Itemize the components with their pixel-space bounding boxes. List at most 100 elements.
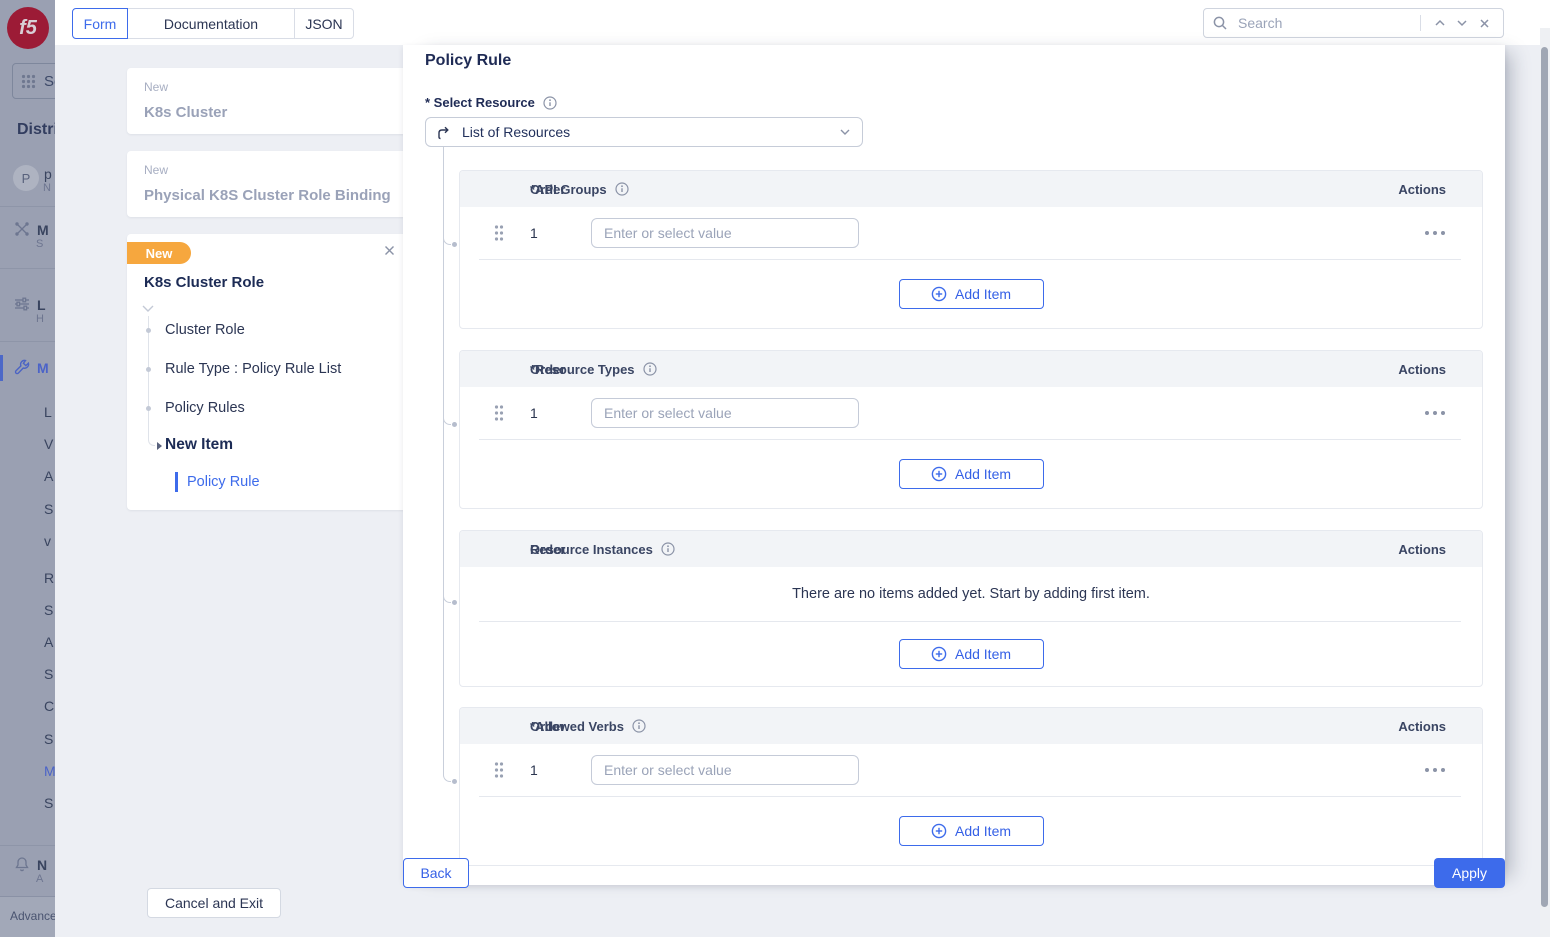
card-title: K8s Cluster bbox=[144, 104, 227, 121]
close-card-button[interactable] bbox=[383, 244, 396, 262]
order-column-header: Order bbox=[460, 182, 530, 197]
select-service-button: Se bbox=[12, 63, 55, 99]
search-prev-button[interactable] bbox=[1429, 12, 1451, 34]
search-input[interactable] bbox=[1236, 14, 1412, 32]
info-icon[interactable] bbox=[632, 719, 646, 733]
project-name-fragment: p bbox=[44, 166, 52, 182]
resource-types-column-header: *Resource Types bbox=[530, 362, 635, 377]
add-item-button[interactable]: Add Item bbox=[899, 816, 1044, 846]
add-item-button[interactable]: Add Item bbox=[899, 459, 1044, 489]
drag-handle-icon[interactable] bbox=[493, 404, 505, 422]
tune-icon bbox=[14, 296, 30, 312]
card-physical-k8s-cluster-role-binding[interactable]: New Physical K8S Cluster Role Binding bbox=[127, 151, 412, 217]
connector-dot bbox=[452, 422, 457, 427]
api-groups-value-input[interactable] bbox=[591, 218, 859, 248]
table-header: Order *Allowed Verbs Actions bbox=[460, 708, 1482, 744]
row-actions-menu-icon[interactable] bbox=[1424, 230, 1446, 236]
new-badge: New bbox=[127, 242, 191, 264]
select-service-label: Se bbox=[44, 73, 55, 90]
active-nav-fragment: M bbox=[37, 360, 49, 376]
form-drawer: Form Documentation JSON bbox=[55, 0, 1550, 937]
info-icon[interactable] bbox=[643, 362, 657, 376]
nav-group-sub-fragment: H bbox=[36, 313, 44, 325]
notifications-sub-fragment: A bbox=[36, 873, 43, 885]
add-item-row: Add Item bbox=[460, 622, 1482, 686]
select-resource-dropdown[interactable]: List of Resources bbox=[425, 117, 863, 147]
row-actions-menu-icon[interactable] bbox=[1424, 410, 1446, 416]
tree-item-new-item[interactable]: New Item bbox=[165, 436, 233, 454]
order-column-header: Order bbox=[460, 362, 530, 377]
tab-form[interactable]: Form bbox=[72, 8, 128, 39]
bell-icon bbox=[14, 856, 30, 872]
search-next-button[interactable] bbox=[1451, 12, 1473, 34]
row-order-value: 1 bbox=[530, 405, 538, 421]
app-title-fragment: Distri bbox=[17, 121, 55, 139]
sidebar-nav-item-fragment: V bbox=[44, 436, 53, 452]
table-header: Order *API Groups Actions bbox=[460, 171, 1482, 207]
allowed-verbs-value-input[interactable] bbox=[591, 755, 859, 785]
select-resource-label: * Select Resource bbox=[425, 95, 535, 110]
plus-circle-icon bbox=[931, 646, 947, 662]
add-item-button[interactable]: Add Item bbox=[899, 279, 1044, 309]
tree-connector bbox=[148, 316, 149, 436]
nav-group-sub-fragment: S bbox=[36, 238, 43, 250]
apply-button[interactable]: Apply bbox=[1434, 858, 1505, 888]
tab-documentation[interactable]: Documentation bbox=[127, 8, 295, 39]
add-item-label: Add Item bbox=[955, 823, 1011, 839]
plus-circle-icon bbox=[931, 823, 947, 839]
table-resource-instances: Order Resource Instances Actions There a… bbox=[459, 530, 1483, 687]
divider bbox=[0, 206, 55, 207]
add-item-button[interactable]: Add Item bbox=[899, 639, 1044, 669]
tree-collapse-chevron-icon[interactable] bbox=[141, 304, 155, 313]
cancel-and-exit-button[interactable]: Cancel and Exit bbox=[147, 888, 281, 918]
select-resource-value: List of Resources bbox=[462, 124, 828, 140]
drag-handle-icon[interactable] bbox=[493, 224, 505, 242]
connector-dot bbox=[452, 779, 457, 784]
tree-item-policy-rules[interactable]: Policy Rules bbox=[165, 400, 245, 416]
connector-elbow bbox=[443, 413, 451, 425]
tab-json[interactable]: JSON bbox=[294, 8, 354, 39]
search-close-button[interactable] bbox=[1473, 12, 1495, 34]
info-icon[interactable] bbox=[543, 96, 557, 110]
tree-item-rule-type[interactable]: Rule Type : Policy Rule List bbox=[165, 361, 341, 377]
chevron-up-icon bbox=[1433, 16, 1447, 30]
sidebar-nav-item-fragment: S bbox=[44, 602, 53, 618]
mesh-icon bbox=[14, 221, 30, 237]
app-grid-icon bbox=[21, 74, 36, 89]
connector-elbow bbox=[443, 770, 451, 782]
tree-item-policy-rule[interactable]: Policy Rule bbox=[187, 474, 260, 490]
info-icon[interactable] bbox=[661, 542, 675, 556]
chevron-down-icon bbox=[838, 125, 852, 139]
allowed-verbs-column-header: *Allowed Verbs bbox=[530, 719, 624, 734]
connector-elbow bbox=[443, 591, 451, 603]
card-k8s-cluster-role-active[interactable]: New K8s Cluster Role Cluster Role Rule T… bbox=[127, 234, 412, 510]
divider bbox=[0, 341, 55, 342]
sidebar-nav-item-fragment: S bbox=[44, 501, 53, 517]
back-button[interactable]: Back bbox=[403, 858, 469, 888]
fork-icon bbox=[436, 124, 452, 140]
table-row: 1 bbox=[460, 387, 1482, 439]
tree-item-cluster-role[interactable]: Cluster Role bbox=[165, 322, 245, 338]
form-main-panel: Policy Rule * Select Resource List of Re… bbox=[403, 45, 1505, 885]
view-tabs: Form Documentation JSON bbox=[72, 8, 354, 39]
add-item-label: Add Item bbox=[955, 286, 1011, 302]
connector-dot bbox=[452, 600, 457, 605]
actions-column-header: Actions bbox=[1398, 362, 1482, 377]
chevron-down-icon bbox=[1455, 16, 1469, 30]
card-title: K8s Cluster Role bbox=[144, 274, 264, 291]
plus-circle-icon bbox=[931, 286, 947, 302]
drag-handle-icon[interactable] bbox=[493, 761, 505, 779]
info-icon[interactable] bbox=[615, 182, 629, 196]
resource-types-value-input[interactable] bbox=[591, 398, 859, 428]
order-column-header: Order bbox=[460, 719, 530, 734]
add-item-label: Add Item bbox=[955, 646, 1011, 662]
table-row: 1 bbox=[460, 207, 1482, 259]
table-resource-types: Order *Resource Types Actions 1 bbox=[459, 350, 1483, 509]
search-box bbox=[1203, 8, 1504, 38]
sidebar-nav-item-fragment: v bbox=[44, 533, 51, 549]
sidebar-nav-item-fragment: L bbox=[44, 404, 52, 420]
row-actions-menu-icon[interactable] bbox=[1424, 767, 1446, 773]
resource-instances-column-header: Resource Instances bbox=[530, 542, 653, 557]
scrollbar-thumb[interactable] bbox=[1541, 47, 1548, 907]
card-k8s-cluster[interactable]: New K8s Cluster bbox=[127, 68, 412, 134]
